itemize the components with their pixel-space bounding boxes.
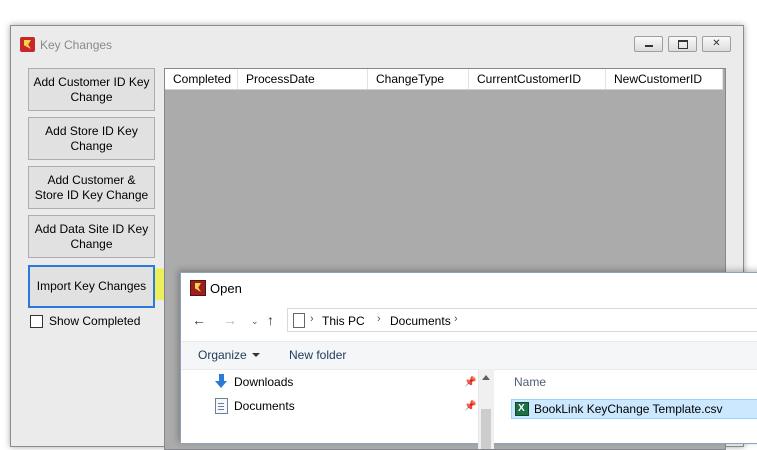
open-file-dialog: Open ← → ⌄ ↑ › This PC › Documents › Org… — [180, 272, 757, 449]
organize-button[interactable]: Organize — [198, 348, 247, 362]
document-icon — [215, 398, 228, 414]
show-completed-label: Show Completed — [49, 314, 141, 328]
file-row[interactable]: BookLink KeyChange Template.csv — [511, 399, 757, 419]
file-name: BookLink KeyChange Template.csv — [534, 402, 723, 416]
pin-icon[interactable]: 📌 — [464, 377, 476, 388]
title-bar[interactable]: Key Changes ✕ — [11, 26, 743, 62]
column-header-currentcustomerid[interactable]: CurrentCustomerID — [469, 69, 606, 89]
close-button[interactable]: ✕ — [702, 36, 731, 52]
close-icon: ✕ — [712, 38, 721, 49]
organize-dropdown-icon[interactable] — [252, 353, 260, 357]
app-icon — [20, 37, 35, 52]
maximize-button[interactable] — [668, 36, 697, 52]
up-arrow-icon[interactable]: ↑ — [267, 312, 274, 328]
navigation-bar: ← → ⌄ ↑ › This PC › Documents › — [181, 308, 757, 334]
scroll-up-arrow-icon[interactable] — [482, 375, 490, 380]
breadcrumb-chevron-icon[interactable]: › — [377, 313, 381, 325]
grid-header: Completed ProcessDate ChangeType Current… — [165, 69, 723, 90]
breadcrumb-chevron-icon[interactable]: › — [310, 313, 314, 325]
import-key-changes-button[interactable]: Import Key Changes — [28, 265, 155, 308]
dialog-toolbar: Organize New folder — [181, 341, 757, 370]
breadcrumb-documents[interactable]: Documents — [390, 314, 451, 328]
add-customer-id-key-change-button[interactable]: Add Customer ID Key Change — [28, 68, 155, 111]
nav-item-label: Documents — [234, 399, 295, 413]
pin-icon[interactable]: 📌 — [464, 401, 476, 412]
column-header-completed[interactable]: Completed — [165, 69, 238, 89]
download-icon — [214, 374, 228, 390]
breadcrumb-chevron-icon[interactable]: › — [454, 313, 458, 325]
maximize-icon — [669, 37, 696, 51]
window-title: Key Changes — [40, 38, 113, 52]
navigation-scrollbar[interactable] — [478, 369, 494, 449]
add-customer-store-id-key-change-button[interactable]: Add Customer & Store ID Key Change — [28, 166, 155, 209]
show-completed-checkbox[interactable] — [30, 315, 43, 328]
dialog-app-icon — [190, 280, 206, 296]
document-location-icon — [293, 313, 305, 328]
column-header-processdate[interactable]: ProcessDate — [238, 69, 368, 89]
address-bar[interactable]: › This PC › Documents › — [287, 308, 757, 332]
recent-locations-chevron-icon[interactable]: ⌄ — [251, 316, 259, 327]
column-header-newcustomerid[interactable]: NewCustomerID — [606, 69, 723, 89]
minimize-icon — [635, 37, 662, 51]
excel-file-icon — [515, 402, 529, 416]
forward-arrow-icon[interactable]: → — [223, 312, 237, 328]
back-arrow-icon[interactable]: ← — [192, 312, 206, 328]
file-list: Name BookLink KeyChange Template.csv — [497, 369, 757, 449]
breadcrumb-this-pc[interactable]: This PC — [322, 314, 365, 328]
navigation-pane: Downloads 📌 Documents 📌 — [181, 369, 481, 449]
add-data-site-id-key-change-button[interactable]: Add Data Site ID Key Change — [28, 215, 155, 258]
dialog-title: Open — [210, 281, 242, 296]
column-header-changetype[interactable]: ChangeType — [368, 69, 469, 89]
nav-item-label: Downloads — [234, 375, 294, 389]
new-folder-button[interactable]: New folder — [289, 348, 346, 362]
add-store-id-key-change-button[interactable]: Add Store ID Key Change — [28, 117, 155, 160]
scrollbar-thumb[interactable] — [481, 409, 491, 449]
name-column-header[interactable]: Name — [514, 375, 546, 389]
minimize-button[interactable] — [634, 36, 663, 52]
